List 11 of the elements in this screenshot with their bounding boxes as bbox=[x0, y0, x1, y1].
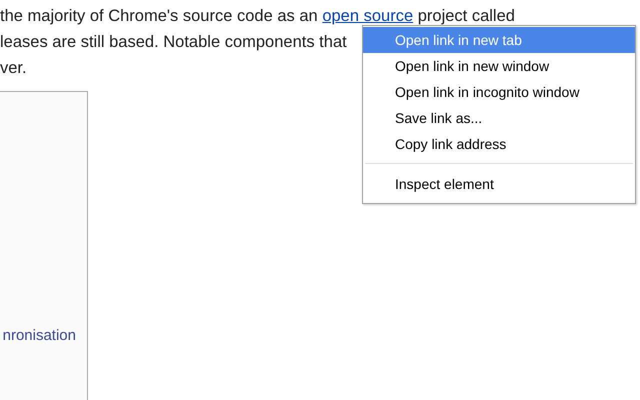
infobox-link[interactable]: nronisation bbox=[2, 327, 76, 344]
article-text: leases are still based. Notable components that bbox=[0, 32, 347, 53]
menu-item[interactable]: Inspect element bbox=[363, 171, 635, 197]
article-text: the majority of Chrome's source code as an open source project called bbox=[0, 6, 515, 27]
article-text: ver. bbox=[0, 58, 27, 79]
menu-item[interactable]: Open link in incognito window bbox=[363, 79, 635, 105]
menu-item[interactable]: Save link as... bbox=[363, 105, 635, 131]
menu-item[interactable]: Copy link address bbox=[363, 131, 635, 157]
menu-item[interactable]: Open link in new window bbox=[363, 53, 635, 79]
open-source-link[interactable]: open source bbox=[322, 7, 414, 25]
menu-item[interactable]: Open link in new tab bbox=[363, 27, 635, 53]
